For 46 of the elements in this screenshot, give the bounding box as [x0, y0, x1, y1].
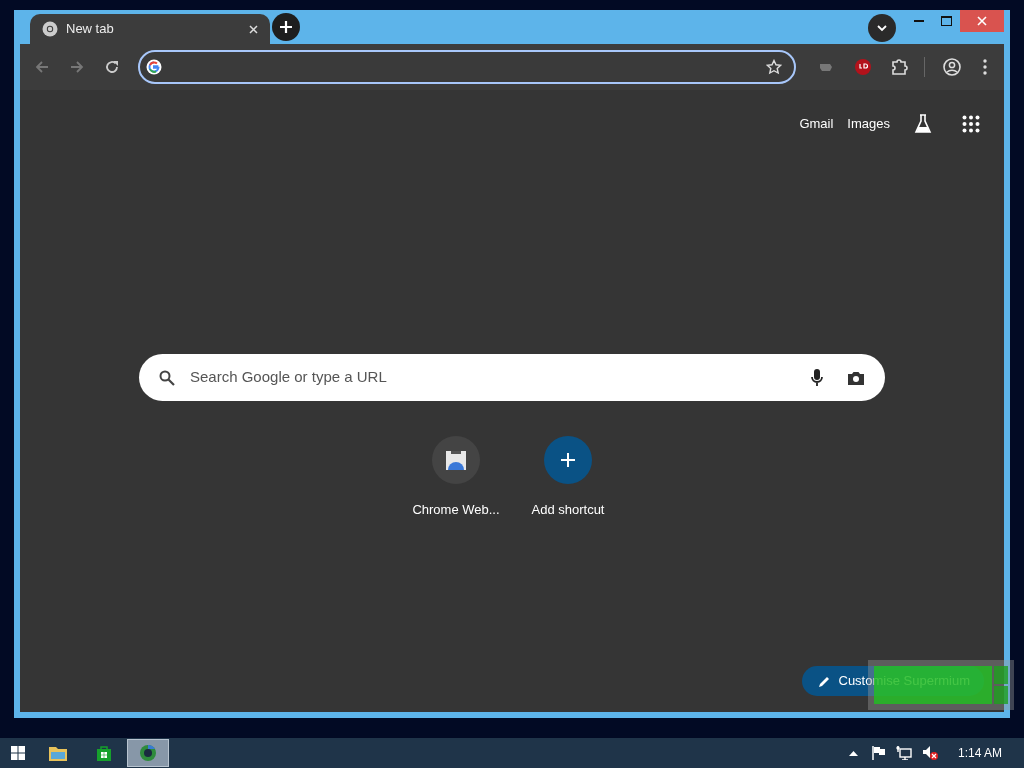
- windows-start-icon[interactable]: [11, 746, 25, 760]
- new-tab-button[interactable]: [272, 13, 300, 41]
- store-icon: [432, 436, 480, 484]
- browser-icon: [139, 744, 157, 762]
- flag-icon[interactable]: [871, 746, 886, 760]
- clock[interactable]: 1:14 AM: [957, 744, 1002, 762]
- folder-icon: [49, 745, 67, 761]
- search-box[interactable]: Search Google or type a URL: [139, 354, 885, 401]
- chrome-icon: [42, 21, 58, 37]
- menu-icon[interactable]: [983, 59, 987, 75]
- close-tab-icon[interactable]: [249, 24, 258, 34]
- shortcut-label: Add shortcut: [531, 501, 605, 519]
- google-icon: [146, 59, 162, 75]
- chevron-up-icon[interactable]: [848, 750, 858, 756]
- taskbar-app-button[interactable]: [127, 739, 169, 767]
- shortcut-tile[interactable]: Add shortcut: [520, 436, 616, 526]
- forward-icon[interactable]: [69, 59, 85, 75]
- pencil-icon: [817, 674, 831, 688]
- chevron-down-icon: [877, 24, 887, 32]
- search-icon: [159, 369, 175, 386]
- header-link[interactable]: Gmail: [799, 114, 834, 134]
- star-icon[interactable]: [766, 59, 782, 75]
- camera-icon[interactable]: [847, 369, 865, 386]
- plus-icon: [544, 436, 592, 484]
- profile-icon[interactable]: [943, 58, 961, 76]
- close-icon: [977, 16, 987, 26]
- minimize-icon: [914, 20, 924, 22]
- puzzle-icon[interactable]: [890, 58, 908, 76]
- search-placeholder: Search Google or type a URL: [190, 367, 387, 388]
- tab-search-button[interactable]: [868, 14, 896, 42]
- speaker-muted-icon[interactable]: [921, 746, 938, 760]
- shortcut-tile[interactable]: Chrome Web...: [408, 436, 504, 526]
- back-icon[interactable]: [34, 59, 50, 75]
- tab-title: New tab: [66, 20, 115, 39]
- plus-icon: [279, 20, 293, 34]
- address-bar[interactable]: [138, 50, 796, 84]
- reload-icon[interactable]: [104, 59, 120, 75]
- maximize-icon: [940, 16, 952, 26]
- browser-tab[interactable]: New tab: [30, 14, 270, 44]
- shopping-bag-icon: [96, 745, 112, 761]
- network-icon[interactable]: [895, 746, 912, 760]
- shortcut-label: Chrome Web...: [412, 501, 500, 519]
- header-link[interactable]: Images: [847, 114, 890, 134]
- microphone-icon[interactable]: [811, 368, 823, 387]
- flask-icon[interactable]: [914, 114, 932, 134]
- apps-grid-icon[interactable]: [962, 115, 980, 133]
